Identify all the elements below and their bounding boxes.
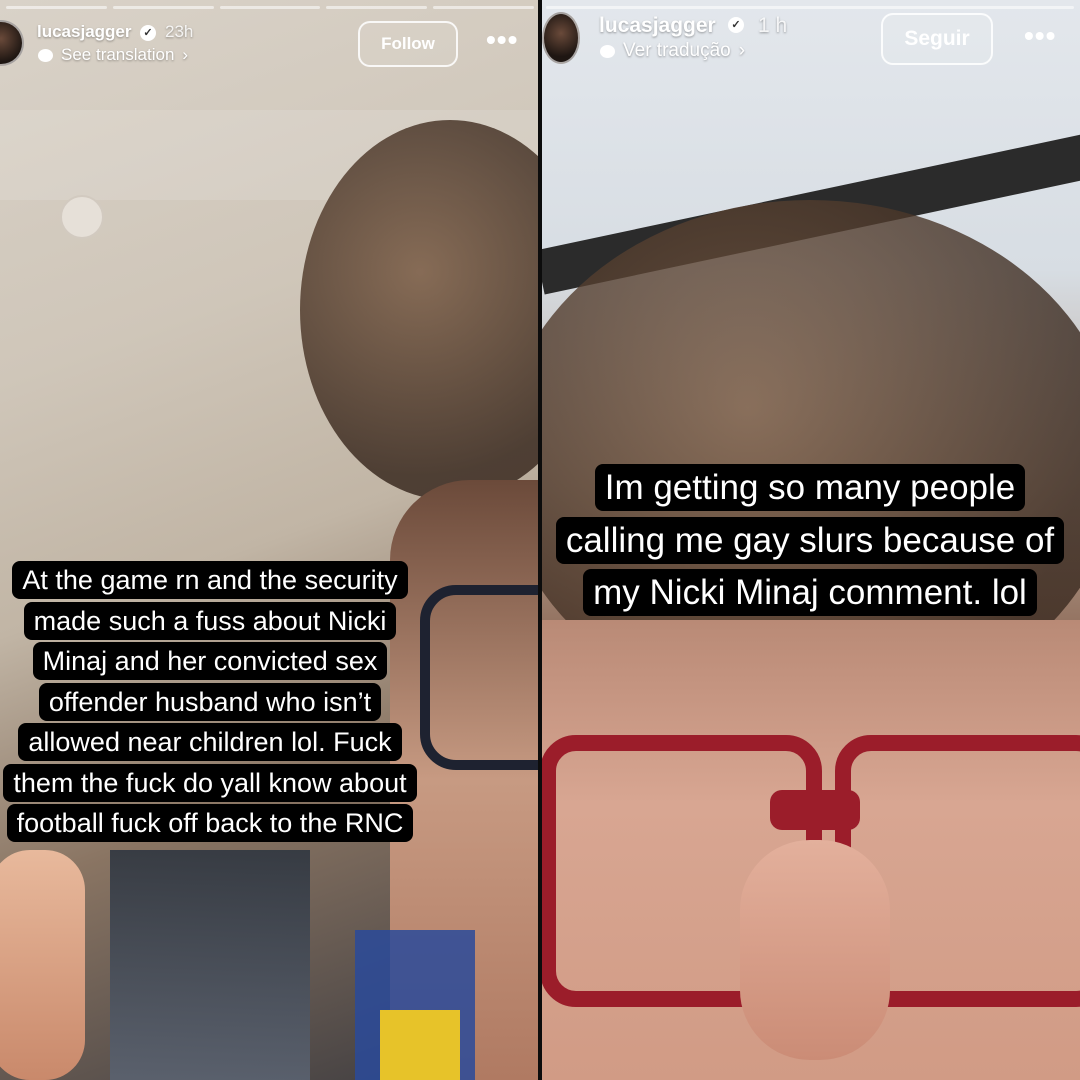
chevron-right-icon: › — [182, 45, 189, 64]
verified-badge-icon: ✓ — [728, 17, 744, 33]
translation-label: Ver tradução — [623, 40, 731, 61]
more-options-icon[interactable]: ••• — [1024, 20, 1056, 52]
story-header: lucasjagger ✓ 23h See translation › Foll… — [0, 0, 540, 90]
follow-button[interactable]: Seguir — [881, 13, 993, 65]
story-right: lucasjagger ✓ 1 h Ver tradução › Seguir … — [540, 0, 1080, 1080]
story-age: 23h — [165, 22, 194, 41]
translation-label: See translation — [61, 45, 175, 64]
caption-text: Im getting so many people calling me gay… — [555, 464, 1065, 616]
story-header: lucasjagger ✓ 1 h Ver tradução › Seguir … — [540, 0, 1080, 90]
chevron-right-icon: › — [738, 40, 746, 61]
translation-link[interactable]: Ver tradução › — [600, 40, 745, 62]
avatar[interactable] — [542, 12, 580, 64]
story-caption: At the game rn and the security made suc… — [0, 560, 420, 844]
username[interactable]: lucasjagger — [37, 22, 132, 42]
more-options-icon[interactable]: ••• — [486, 24, 518, 56]
caption-text: At the game rn and the security made suc… — [3, 561, 417, 842]
ceiling-sprinkler — [60, 195, 104, 239]
verified-badge-icon: ✓ — [140, 25, 156, 41]
window-image-region — [110, 850, 310, 1080]
avatar[interactable] — [0, 20, 24, 66]
hand-image-region — [0, 850, 85, 1080]
translation-link[interactable]: See translation › — [38, 45, 188, 65]
panel-divider — [538, 0, 542, 1080]
nose-image-region — [740, 840, 890, 1060]
story-caption: Im getting so many people calling me gay… — [550, 462, 1070, 620]
username[interactable]: lucasjagger — [599, 14, 716, 38]
jersey-image-region — [380, 1010, 460, 1080]
speech-bubble-icon — [600, 44, 615, 58]
story-comparison-collage: lucasjagger ✓ 23h See translation › Foll… — [0, 0, 1080, 1080]
glasses-image-region — [420, 585, 540, 770]
story-age: 1 h — [758, 14, 788, 37]
follow-button[interactable]: Follow — [358, 21, 458, 67]
glasses-bridge — [770, 790, 860, 830]
speech-bubble-icon — [38, 48, 53, 62]
story-left: lucasjagger ✓ 23h See translation › Foll… — [0, 0, 540, 1080]
